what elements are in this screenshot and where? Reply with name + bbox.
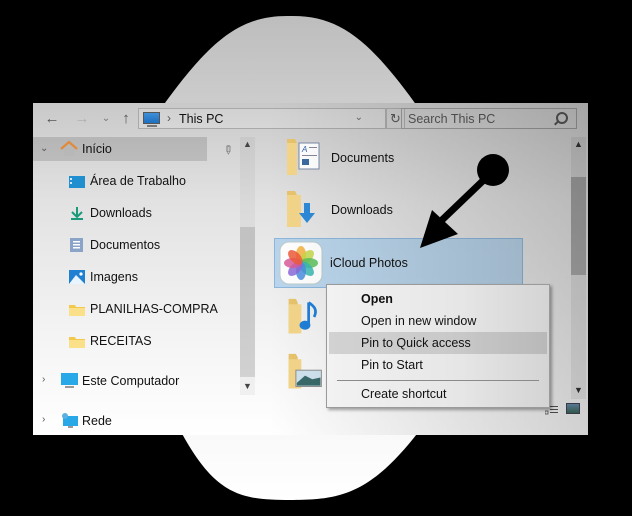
nav-label: Imagens <box>90 270 138 284</box>
chevron-right-icon[interactable]: › <box>42 374 45 385</box>
this-pc-icon <box>143 112 160 127</box>
navigation-pane: ⌄ Início ✎ Área de Trabalho Downloads Do… <box>33 137 255 435</box>
chevron-down-icon[interactable]: ⌄ <box>355 112 363 123</box>
nav-item-inicio[interactable]: ⌄ Início <box>33 137 207 161</box>
up-button[interactable]: ↑ <box>117 109 135 127</box>
nav-label: PLANILHAS-COMPRA <box>90 302 218 316</box>
menu-label: Open in new window <box>361 314 477 328</box>
menu-item-open[interactable]: Open <box>329 288 547 310</box>
nav-scrollbar[interactable]: ▲ ▼ <box>240 137 255 395</box>
pictures-folder-icon <box>288 353 322 389</box>
search-icon[interactable] <box>556 112 568 124</box>
folder-label: iCloud Photos <box>330 256 408 270</box>
forward-button[interactable]: → <box>73 109 91 127</box>
menu-label: Open <box>361 292 393 306</box>
chevron-down-icon: ⌄ <box>101 112 111 124</box>
menu-item-open-in-new-window[interactable]: Open in new window <box>329 310 547 332</box>
pin-icon[interactable]: ✎ <box>220 141 237 158</box>
arrow-right-icon: → <box>74 109 90 127</box>
folder-item-icloud-photos[interactable]: iCloud Photos <box>274 238 523 288</box>
folder-label: Downloads <box>331 203 393 217</box>
recent-locations-button[interactable]: ⌄ <box>97 109 115 127</box>
nav-label: Rede <box>82 414 112 428</box>
content-scrollbar[interactable]: ▲ ▼ <box>571 137 586 399</box>
network-icon <box>62 413 78 428</box>
music-folder-icon <box>288 298 317 334</box>
menu-item-pin-to-start[interactable]: Pin to Start <box>329 354 547 376</box>
icloud-photos-icon <box>279 241 323 285</box>
folder-icon <box>69 305 85 316</box>
scroll-up-icon[interactable]: ▲ <box>243 139 252 149</box>
nav-label: Este Computador <box>82 374 180 388</box>
menu-label: Pin to Quick access <box>361 336 471 350</box>
chevron-down-icon[interactable]: ⌄ <box>40 143 48 154</box>
navigation-toolbar: ← → ⌄ ↑ › This PC ⌄ ↻ <box>33 103 588 133</box>
large-icons-view-icon[interactable] <box>566 403 580 414</box>
computer-icon <box>61 373 78 388</box>
pictures-icon <box>69 270 85 284</box>
menu-label: Create shortcut <box>361 387 447 401</box>
documents-folder-icon: A <box>287 139 320 175</box>
breadcrumb-separator[interactable]: › <box>167 111 171 125</box>
search-input[interactable] <box>408 112 548 126</box>
folder-label: Documents <box>331 151 395 165</box>
content-scrollbar-thumb[interactable] <box>571 177 586 275</box>
menu-separator <box>337 380 539 381</box>
breadcrumb-this-pc[interactable]: This PC <box>179 112 223 126</box>
scroll-up-icon[interactable]: ▲ <box>574 139 583 149</box>
refresh-icon: ↻ <box>390 110 401 126</box>
menu-item-create-shortcut[interactable]: Create shortcut <box>329 383 547 405</box>
nav-scrollbar-thumb[interactable] <box>240 227 255 377</box>
nav-label: Downloads <box>90 206 152 220</box>
context-menu: Open Open in new window Pin to Quick acc… <box>326 284 550 408</box>
desktop-icon <box>69 176 85 188</box>
home-icon <box>60 141 78 156</box>
arrow-left-icon: ← <box>44 109 60 127</box>
nav-label: Início <box>82 142 112 156</box>
folder-icon <box>69 337 85 348</box>
svg-text:A: A <box>301 145 307 154</box>
document-icon <box>70 238 83 252</box>
nav-label: Área de Trabalho <box>90 174 186 188</box>
nav-label: RECEITAS <box>90 334 152 348</box>
scroll-down-icon[interactable]: ▼ <box>243 381 252 391</box>
folder-item-downloads[interactable]: Downloads <box>273 185 523 235</box>
scroll-down-icon[interactable]: ▼ <box>574 385 583 395</box>
menu-item-pin-to-quick-access[interactable]: Pin to Quick access <box>329 332 547 354</box>
arrow-up-icon: ↑ <box>122 109 130 127</box>
back-button[interactable]: ← <box>43 109 61 127</box>
search-box[interactable] <box>401 108 577 129</box>
download-icon <box>71 207 83 220</box>
address-bar[interactable]: › This PC ⌄ <box>138 108 386 129</box>
downloads-folder-icon <box>287 191 315 227</box>
menu-label: Pin to Start <box>361 358 423 372</box>
folder-item-documents[interactable]: A Documents <box>273 133 523 183</box>
nav-label: Documentos <box>90 238 161 252</box>
chevron-right-icon[interactable]: › <box>42 414 45 425</box>
